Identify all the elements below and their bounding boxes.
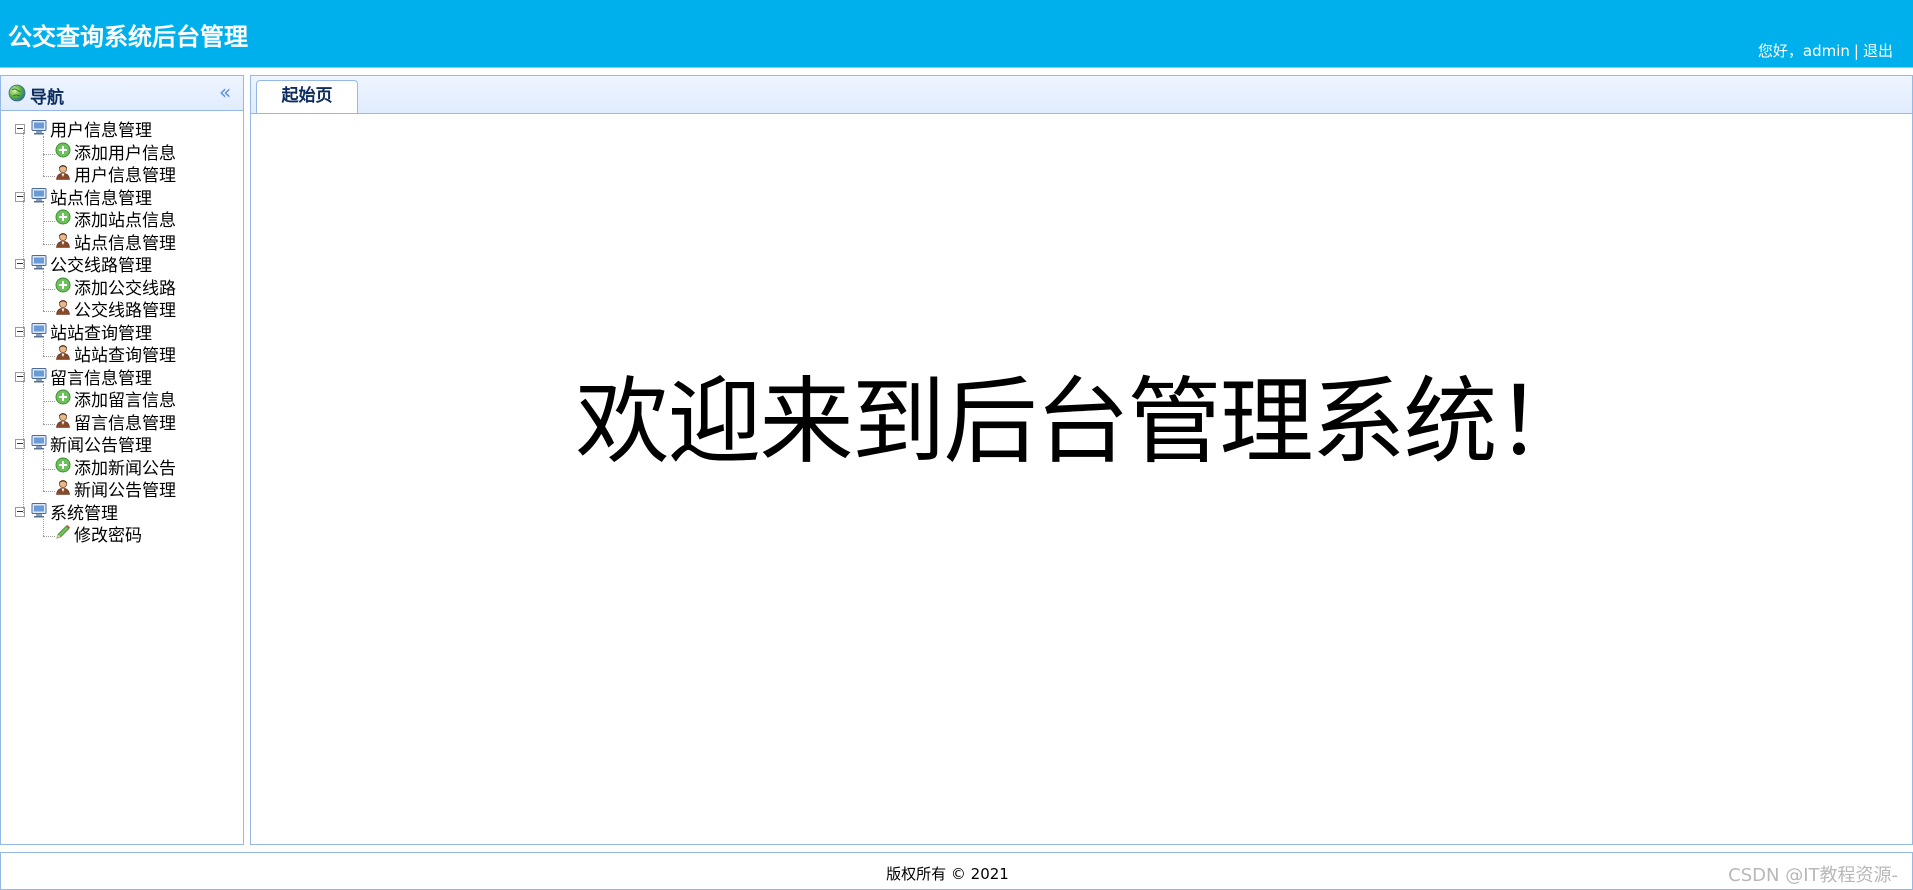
watermark: CSDN @IT教程资源- bbox=[1728, 865, 1898, 886]
sidebar-item[interactable]: 用户信息管理 bbox=[55, 165, 176, 187]
tree-connector bbox=[43, 221, 55, 222]
user-icon bbox=[55, 344, 71, 366]
sidebar-group[interactable]: 站站查询管理 bbox=[15, 322, 152, 345]
sidebar-group-label: 公交线路管理 bbox=[50, 256, 152, 276]
sidebar-item[interactable]: 添加公交线路 bbox=[55, 277, 176, 300]
tree-connector bbox=[43, 451, 44, 491]
main-panel: 起始页 欢迎来到后台管理系统！ bbox=[250, 75, 1913, 845]
logout-link[interactable]: 退出 bbox=[1863, 42, 1893, 60]
computer-icon bbox=[31, 187, 47, 209]
sidebar-group[interactable]: 系统管理 bbox=[15, 502, 118, 525]
tree-connector bbox=[43, 311, 55, 312]
sidebar-item[interactable]: 留言信息管理 bbox=[55, 412, 176, 435]
computer-icon bbox=[31, 367, 47, 389]
sidebar-item[interactable]: 添加用户信息 bbox=[55, 142, 176, 165]
sidebar-item-label: 用户信息管理 bbox=[74, 166, 176, 186]
pencil-icon bbox=[55, 524, 71, 546]
sidebar-item[interactable]: 公交线路管理 bbox=[55, 300, 176, 322]
tree-connector bbox=[43, 401, 55, 402]
sidebar-group-label: 站站查询管理 bbox=[50, 323, 152, 344]
sidebar-item-label: 新闻公告管理 bbox=[74, 481, 176, 501]
user-icon bbox=[55, 299, 71, 321]
tree-connector bbox=[43, 153, 55, 155]
sidebar-header: 导航 « bbox=[1, 76, 243, 111]
sidebar-item-label: 添加站点信息 bbox=[74, 211, 176, 231]
copyright-text: 版权所有 © 2021 bbox=[886, 865, 1009, 883]
sidebar-item-label: 修改密码 bbox=[74, 526, 142, 546]
sidebar-group-label: 新闻公告管理 bbox=[50, 436, 152, 456]
tree-connector bbox=[43, 356, 55, 357]
sidebar-group[interactable]: 新闻公告管理 bbox=[15, 435, 152, 457]
user-icon bbox=[55, 412, 71, 434]
sidebar-group[interactable]: 公交线路管理 bbox=[15, 255, 152, 277]
app-header: 公交查询系统后台管理 您好，admin | 退出 bbox=[0, 0, 1913, 68]
sidebar-group[interactable]: 用户信息管理 bbox=[15, 120, 152, 142]
tree-connector bbox=[43, 288, 55, 290]
tab-start-page[interactable]: 起始页 bbox=[256, 80, 358, 113]
tree-connector bbox=[43, 383, 44, 424]
sidebar-item-label: 公交线路管理 bbox=[74, 301, 176, 321]
sidebar-group-label: 用户信息管理 bbox=[50, 121, 152, 141]
tree-connector bbox=[43, 243, 55, 245]
app-title: 公交查询系统后台管理 bbox=[8, 23, 248, 51]
sidebar-item[interactable]: 新闻公告管理 bbox=[55, 480, 176, 502]
sidebar-item-label: 添加用户信息 bbox=[74, 143, 176, 164]
sidebar-item-label: 添加留言信息 bbox=[74, 391, 176, 411]
tree-connector bbox=[43, 536, 55, 537]
computer-icon bbox=[31, 502, 47, 524]
sidebar-item[interactable]: 修改密码 bbox=[55, 525, 142, 547]
tree-connector bbox=[43, 203, 44, 244]
welcome-heading: 欢迎来到后台管理系统！ bbox=[575, 368, 1589, 477]
sidebar-item[interactable]: 站站查询管理 bbox=[55, 345, 176, 367]
sidebar-group-label: 留言信息管理 bbox=[50, 368, 152, 389]
tree-connector bbox=[43, 338, 44, 356]
user-bar-separator: | bbox=[1853, 42, 1859, 60]
sidebar-group-label: 站点信息管理 bbox=[50, 188, 152, 209]
add-circle-icon bbox=[55, 142, 71, 164]
add-circle-icon bbox=[55, 277, 71, 299]
add-circle-icon bbox=[55, 457, 71, 479]
add-circle-icon bbox=[55, 389, 71, 411]
sidebar-group[interactable]: 站点信息管理 bbox=[15, 187, 152, 210]
computer-icon bbox=[31, 254, 47, 276]
user-icon bbox=[55, 479, 71, 501]
tree-connector bbox=[43, 423, 55, 425]
sidebar-item[interactable]: 添加新闻公告 bbox=[55, 457, 176, 480]
tree-connector bbox=[43, 271, 44, 311]
sidebar-item[interactable]: 添加留言信息 bbox=[55, 389, 176, 412]
sidebar-group[interactable]: 留言信息管理 bbox=[15, 367, 152, 390]
add-circle-icon bbox=[55, 209, 71, 231]
tree-connector bbox=[43, 491, 55, 492]
double-chevron-left-icon[interactable]: « bbox=[219, 82, 235, 102]
sidebar-item[interactable]: 添加站点信息 bbox=[55, 209, 176, 232]
tree-connector bbox=[23, 130, 24, 513]
user-icon bbox=[55, 164, 71, 186]
tab-bar: 起始页 bbox=[251, 76, 1912, 114]
user-icon bbox=[55, 232, 71, 254]
tree-connector bbox=[43, 518, 44, 536]
footer: 版权所有 © 2021 CSDN @IT教程资源- bbox=[0, 852, 1913, 890]
tree-connector bbox=[43, 468, 55, 470]
computer-icon bbox=[31, 434, 47, 456]
sidebar-title: 导航 bbox=[30, 88, 64, 108]
sidebar-item-label: 留言信息管理 bbox=[74, 413, 176, 434]
globe-icon bbox=[8, 84, 26, 102]
sidebar-item-label: 添加公交线路 bbox=[74, 278, 176, 299]
user-greeting: 您好，admin bbox=[1757, 42, 1850, 60]
user-bar: 您好，admin | 退出 bbox=[1758, 40, 1893, 61]
sidebar-item-label: 站站查询管理 bbox=[74, 346, 176, 366]
sidebar-item[interactable]: 站点信息管理 bbox=[55, 232, 176, 255]
sidebar-group-label: 系统管理 bbox=[50, 503, 118, 524]
tree-connector bbox=[43, 136, 44, 176]
sidebar: 导航 « 用户信息管理 添加用户信息 用户信息管理 站点信息管理 添加站点信息 站点信息管… bbox=[0, 75, 244, 845]
tree-connector bbox=[43, 176, 55, 177]
sidebar-item-label: 站点信息管理 bbox=[74, 233, 176, 254]
computer-icon bbox=[31, 322, 47, 344]
sidebar-item-label: 添加新闻公告 bbox=[74, 458, 176, 479]
computer-icon bbox=[31, 119, 47, 141]
